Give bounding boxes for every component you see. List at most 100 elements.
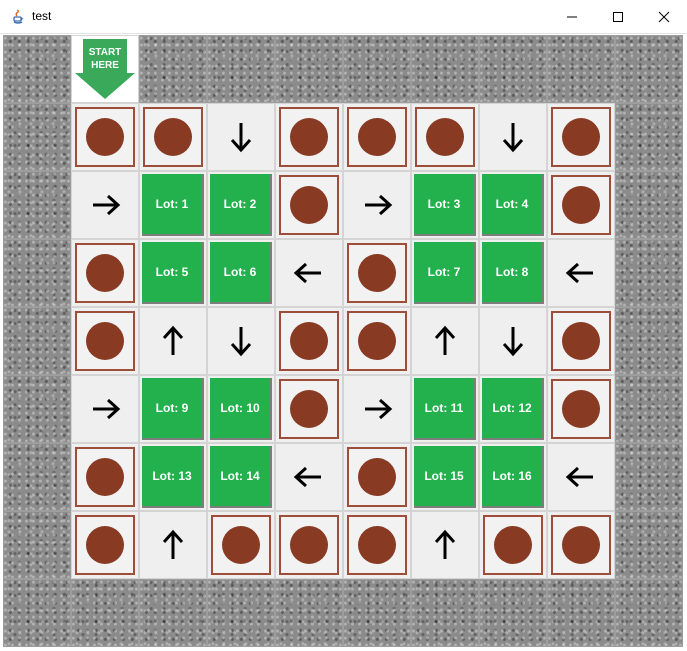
parking-lot-tile[interactable]: Lot: 15: [411, 443, 479, 511]
stone-wall-tile: [3, 171, 71, 239]
occupied-spot[interactable]: [71, 103, 139, 171]
stone-wall-tile: [615, 103, 683, 171]
occupied-spot[interactable]: [139, 103, 207, 171]
occupied-spot[interactable]: [547, 171, 615, 239]
occupied-spot[interactable]: [343, 511, 411, 579]
occupied-spot[interactable]: [343, 443, 411, 511]
stone-wall-tile: [3, 35, 71, 103]
parking-lot-tile[interactable]: Lot: 5: [139, 239, 207, 307]
spot-frame: [279, 311, 339, 371]
occupied-spot[interactable]: [275, 307, 343, 375]
parking-lot-tile[interactable]: Lot: 1: [139, 171, 207, 239]
close-button[interactable]: [641, 0, 687, 34]
arrow-right-icon: [365, 194, 393, 216]
parking-lot-tile[interactable]: Lot: 10: [207, 375, 275, 443]
occupied-spot[interactable]: [71, 307, 139, 375]
arrow-down-icon: [230, 327, 252, 357]
occupied-spot[interactable]: [71, 443, 139, 511]
occupied-spot[interactable]: [275, 511, 343, 579]
parking-lot-tile[interactable]: Lot: 14: [207, 443, 275, 511]
arrow-right-icon: [93, 398, 121, 420]
occupied-spot[interactable]: [547, 375, 615, 443]
lot-label: Lot: 10: [220, 401, 260, 415]
stone-wall-tile: [615, 307, 683, 375]
stone-wall-tile: [207, 35, 275, 103]
parking-lot-tile[interactable]: Lot: 9: [139, 375, 207, 443]
occupied-spot[interactable]: [547, 307, 615, 375]
occupied-marker-icon: [86, 322, 124, 360]
occupied-spot[interactable]: [547, 511, 615, 579]
road-tile: [71, 171, 139, 239]
road-tile: [275, 239, 343, 307]
lot-label: Lot: 4: [495, 197, 529, 211]
stone-wall-tile: [71, 579, 139, 647]
occupied-spot[interactable]: [343, 103, 411, 171]
stone-wall-tile: [3, 375, 71, 443]
lot-pad: Lot: 12: [482, 378, 544, 440]
parking-lot-tile[interactable]: Lot: 6: [207, 239, 275, 307]
occupied-marker-icon: [290, 322, 328, 360]
spot-frame: [347, 311, 407, 371]
occupied-spot[interactable]: [207, 511, 275, 579]
maximize-button[interactable]: [595, 0, 641, 34]
occupied-marker-icon: [562, 526, 600, 564]
lot-label: Lot: 1: [155, 197, 189, 211]
parking-lot-tile[interactable]: Lot: 4: [479, 171, 547, 239]
parking-lot-tile[interactable]: Lot: 13: [139, 443, 207, 511]
occupied-marker-icon: [290, 526, 328, 564]
spot-frame: [75, 243, 135, 303]
stone-wall-tile: [547, 579, 615, 647]
arrow-up-icon: [434, 325, 456, 355]
road-tile: [71, 375, 139, 443]
lot-pad: Lot: 16: [482, 446, 544, 508]
road-tile: [207, 103, 275, 171]
minimize-button[interactable]: [549, 0, 595, 34]
spot-frame: [279, 379, 339, 439]
lot-pad: Lot: 2: [210, 174, 272, 236]
parking-lot-tile[interactable]: Lot: 11: [411, 375, 479, 443]
parking-lot-tile[interactable]: Lot: 2: [207, 171, 275, 239]
start-tile: START HERE: [71, 35, 139, 103]
stone-wall-tile: [615, 171, 683, 239]
lot-label: Lot: 14: [220, 469, 260, 483]
lot-pad: Lot: 8: [482, 242, 544, 304]
occupied-spot[interactable]: [71, 239, 139, 307]
road-tile: [139, 511, 207, 579]
stone-wall-tile: [547, 35, 615, 103]
stone-wall-tile: [3, 103, 71, 171]
occupied-spot[interactable]: [275, 171, 343, 239]
stone-wall-tile: [615, 35, 683, 103]
occupied-marker-icon: [358, 118, 396, 156]
parking-lot-tile[interactable]: Lot: 16: [479, 443, 547, 511]
occupied-spot[interactable]: [479, 511, 547, 579]
stone-wall-tile: [207, 579, 275, 647]
occupied-spot[interactable]: [547, 103, 615, 171]
lot-pad: Lot: 4: [482, 174, 544, 236]
road-tile: [207, 307, 275, 375]
road-tile: [479, 103, 547, 171]
parking-lot-tile[interactable]: Lot: 12: [479, 375, 547, 443]
spot-frame: [551, 175, 611, 235]
stone-wall-tile: [139, 35, 207, 103]
spot-frame: [75, 447, 135, 507]
occupied-spot[interactable]: [275, 103, 343, 171]
stone-wall-tile: [139, 579, 207, 647]
maximize-icon: [612, 11, 624, 23]
spot-frame: [75, 107, 135, 167]
parking-lot-tile[interactable]: Lot: 8: [479, 239, 547, 307]
occupied-spot[interactable]: [275, 375, 343, 443]
occupied-spot[interactable]: [343, 239, 411, 307]
occupied-spot[interactable]: [71, 511, 139, 579]
lot-pad: Lot: 7: [414, 242, 476, 304]
occupied-spot[interactable]: [411, 103, 479, 171]
occupied-marker-icon: [86, 526, 124, 564]
stone-wall-tile: [275, 579, 343, 647]
parking-lot-tile[interactable]: Lot: 7: [411, 239, 479, 307]
lot-pad: Lot: 13: [142, 446, 204, 508]
spot-frame: [347, 107, 407, 167]
occupied-spot[interactable]: [343, 307, 411, 375]
minimize-icon: [566, 11, 578, 23]
parking-lot-tile[interactable]: Lot: 3: [411, 171, 479, 239]
lot-label: Lot: 5: [155, 265, 189, 279]
spot-frame: [551, 515, 611, 575]
